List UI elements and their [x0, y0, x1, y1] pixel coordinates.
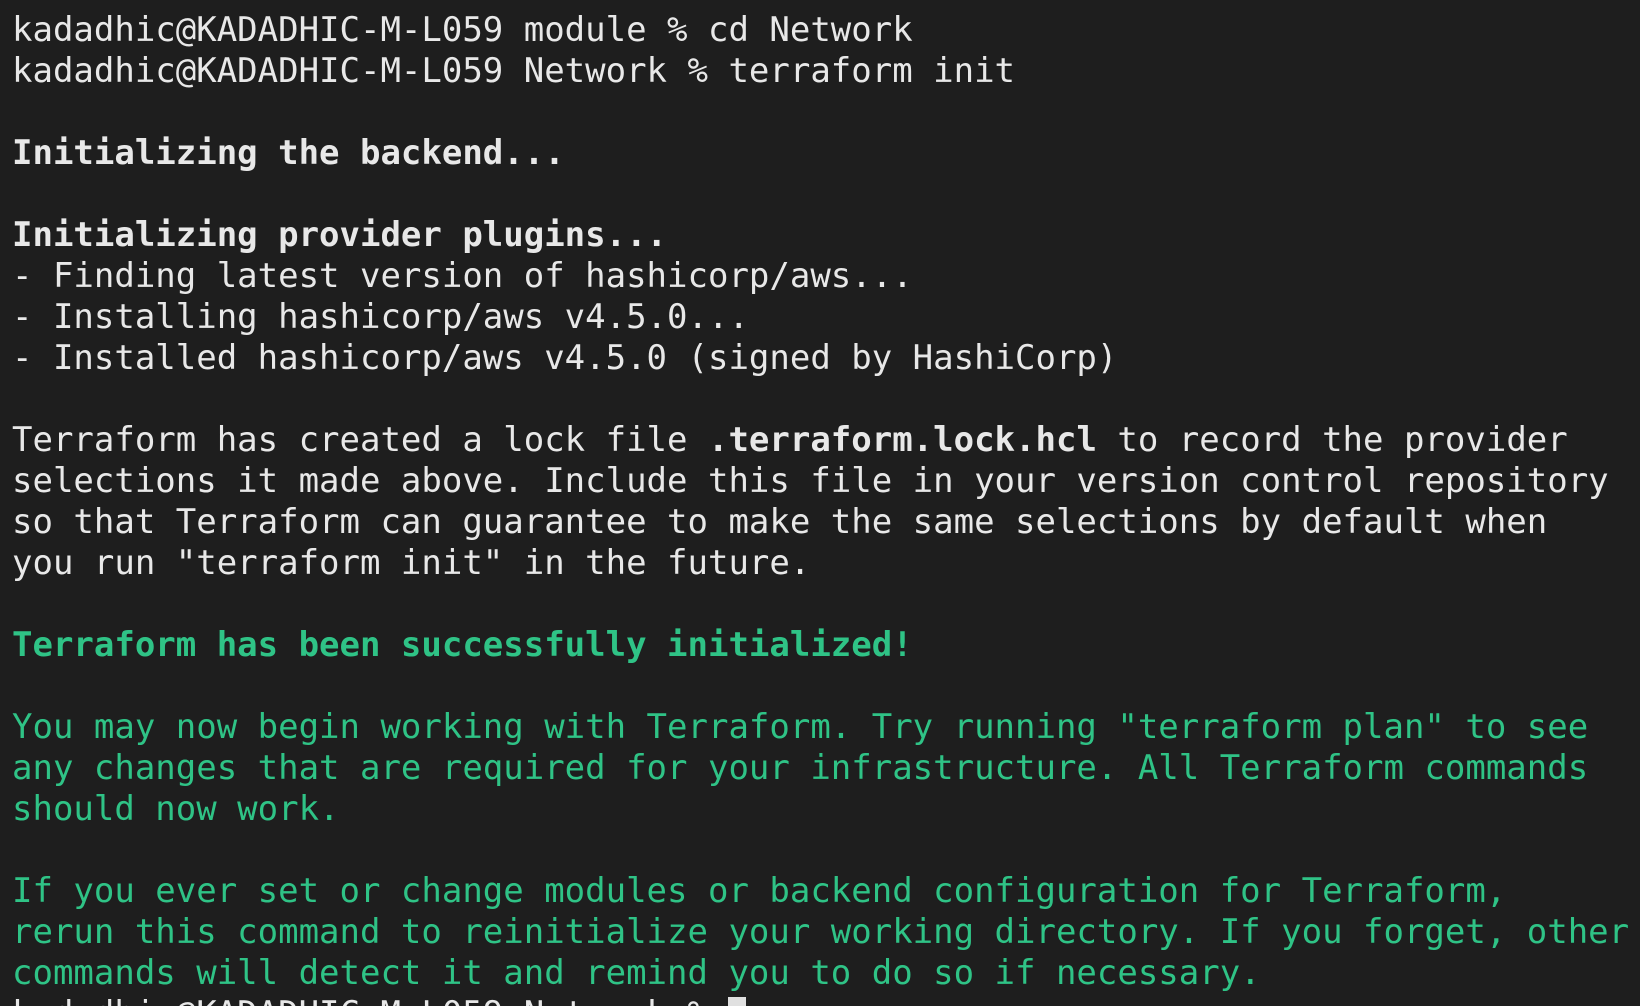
terminal-line-lockfile: Terraform has created a lock file .terra…	[12, 420, 1640, 461]
lockfile-filename: .terraform.lock.hcl	[707, 420, 1097, 460]
terminal-line-prompt-cd: kadadhic@KADADHIC-M-L059 module % cd Net…	[12, 10, 913, 50]
terminal-line-if-you-ever: If you ever set or change modules or bac…	[12, 871, 1507, 911]
terminal-line-future: you run "terraform init" in the future.	[12, 543, 811, 583]
terminal-window[interactable]: kadadhic@KADADHIC-M-L059 module % cd Net…	[0, 0, 1640, 1006]
terminal-line-any-changes: any changes that are required for your i…	[12, 748, 1589, 788]
terminal-line-begin-working: You may now begin working with Terraform…	[12, 707, 1589, 747]
terminal-line-final-prompt[interactable]: kadadhic@KADADHIC-M-L059 Network %	[12, 994, 1640, 1006]
terminal-line-installed: - Installed hashicorp/aws v4.5.0 (signed…	[12, 338, 1118, 378]
terminal-line-backend-heading: Initializing the backend...	[12, 133, 565, 173]
terminal-line-should-work: should now work.	[12, 789, 340, 829]
terminal-line-plugins-heading: Initializing provider plugins...	[12, 215, 668, 255]
lockfile-text-end: to record the provider	[1096, 420, 1568, 460]
lockfile-text-start: Terraform has created a lock file	[12, 420, 708, 460]
terminal-line-finding: - Finding latest version of hashicorp/aw…	[12, 256, 913, 296]
terminal-line-rerun: rerun this command to reinitialize your …	[12, 912, 1630, 952]
terminal-line-commands-detect: commands will detect it and remind you t…	[12, 953, 1261, 993]
terminal-line-prompt-init: kadadhic@KADADHIC-M-L059 Network % terra…	[12, 51, 1016, 91]
terminal-line-selections: selections it made above. Include this f…	[12, 461, 1609, 501]
terminal-line-success: Terraform has been successfully initiali…	[12, 625, 913, 665]
final-prompt-text: kadadhic@KADADHIC-M-L059 Network %	[12, 994, 728, 1006]
terminal-line-guarantee: so that Terraform can guarantee to make …	[12, 502, 1548, 542]
terminal-line-installing: - Installing hashicorp/aws v4.5.0...	[12, 297, 749, 337]
text-cursor	[728, 997, 747, 1006]
